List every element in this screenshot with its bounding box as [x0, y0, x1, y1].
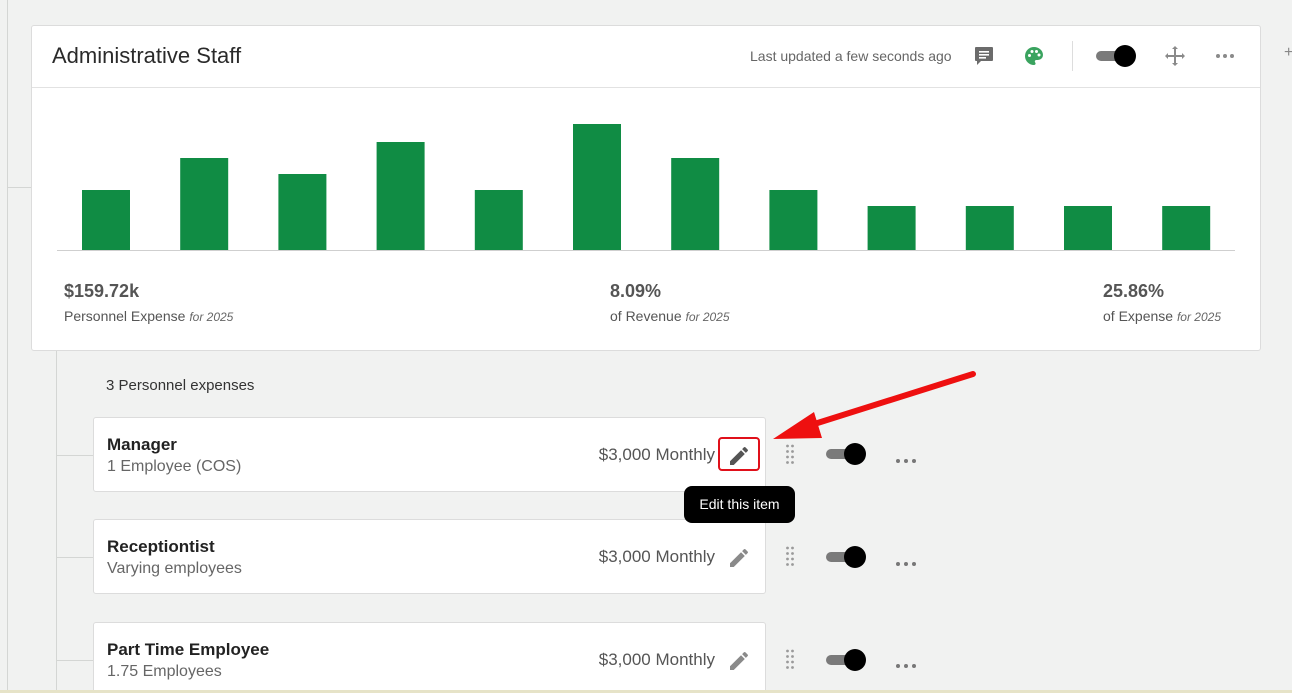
toggle-knob	[1114, 45, 1136, 67]
drag-handle-icon[interactable]	[785, 648, 795, 672]
chart-bar[interactable]	[769, 190, 818, 250]
chart-bar[interactable]	[671, 158, 720, 250]
stat-label-text: of Expense	[1103, 308, 1174, 324]
chart-bar[interactable]	[965, 206, 1014, 250]
chart-bar[interactable]	[82, 190, 130, 250]
pencil-icon[interactable]	[727, 546, 751, 570]
card-toggle[interactable]	[1096, 45, 1136, 67]
pencil-icon[interactable]	[727, 649, 751, 673]
toggle-knob	[844, 546, 866, 568]
stat-label: of Revenue for 2025	[610, 308, 730, 324]
palette-icon[interactable]	[1022, 44, 1046, 68]
toggle-knob	[844, 649, 866, 671]
item-name: Part Time Employee	[107, 640, 270, 659]
more-icon[interactable]	[1213, 44, 1237, 68]
card-title: Administrative Staff	[52, 43, 242, 68]
item-subtitle: 1.75 Employees	[107, 663, 222, 680]
list-item[interactable]: Part Time Employee 1.75 Employees $3,000…	[93, 622, 766, 693]
personnel-count-label: 3 Personnel expenses	[106, 377, 255, 394]
chart-bar[interactable]	[1162, 206, 1211, 250]
stat-of-revenue: 8.09% of Revenue for 2025	[610, 281, 730, 324]
item-name: Manager	[107, 435, 177, 454]
tree-line	[56, 351, 57, 693]
stat-value: 25.86%	[1103, 281, 1165, 301]
item-subtitle: Varying employees	[107, 560, 242, 577]
edit-tooltip: Edit this item	[684, 486, 795, 523]
expense-bar-chart	[57, 124, 1235, 251]
stat-of-expense: 25.86% of Expense for 2025	[1103, 281, 1221, 324]
item-amount: $3,000 Monthly	[598, 445, 715, 464]
item-amount: $3,000 Monthly	[598, 547, 715, 566]
tree-branch	[56, 557, 94, 558]
chart-bar[interactable]	[180, 158, 229, 250]
stat-value: 8.09%	[610, 281, 662, 301]
card-header: Administrative Staff Last updated a few …	[32, 26, 1260, 88]
stat-period: for 2025	[1176, 310, 1221, 324]
drag-handle-icon[interactable]	[785, 545, 795, 569]
item-toggle[interactable]	[826, 546, 866, 568]
item-toggle[interactable]	[826, 649, 866, 671]
item-name: Receptiontist	[107, 537, 215, 556]
left-rail	[7, 0, 8, 693]
tree-branch	[56, 660, 94, 661]
more-icon[interactable]	[895, 554, 917, 566]
left-rail-connector	[7, 187, 33, 188]
summary-card: Administrative Staff Last updated a few …	[31, 25, 1261, 351]
chart-bar[interactable]	[474, 190, 523, 250]
stat-period: for 2025	[685, 310, 730, 324]
stat-label-text: Personnel Expense	[64, 308, 186, 324]
chart-bar[interactable]	[867, 206, 916, 250]
item-amount: $3,000 Monthly	[598, 650, 715, 669]
item-subtitle: 1 Employee (COS)	[107, 458, 242, 475]
last-updated-text: Last updated a few seconds ago	[750, 48, 952, 64]
edit-button-highlight	[718, 437, 760, 471]
more-icon[interactable]	[895, 656, 917, 668]
chart-bar[interactable]	[573, 124, 621, 250]
chart-bar[interactable]	[278, 174, 327, 250]
chart-bar[interactable]	[1064, 206, 1112, 250]
stat-personnel-expense: $159.72k Personnel Expense for 2025	[64, 281, 233, 324]
stat-label: of Expense for 2025	[1103, 308, 1221, 324]
stat-label: Personnel Expense for 2025	[64, 308, 233, 324]
header-divider	[1072, 41, 1073, 71]
move-icon[interactable]	[1163, 44, 1187, 68]
chart-bar[interactable]	[376, 142, 425, 250]
add-icon[interactable]: +	[1284, 44, 1292, 62]
tree-branch	[56, 455, 94, 456]
list-item[interactable]: Manager 1 Employee (COS) $3,000 Monthly	[93, 417, 766, 492]
list-item[interactable]: Receptiontist Varying employees $3,000 M…	[93, 519, 766, 594]
stat-period: for 2025	[189, 310, 234, 324]
stat-value: $159.72k	[64, 281, 140, 301]
stat-label-text: of Revenue	[610, 308, 682, 324]
comment-icon[interactable]	[972, 44, 996, 68]
annotation-arrow	[773, 371, 976, 439]
